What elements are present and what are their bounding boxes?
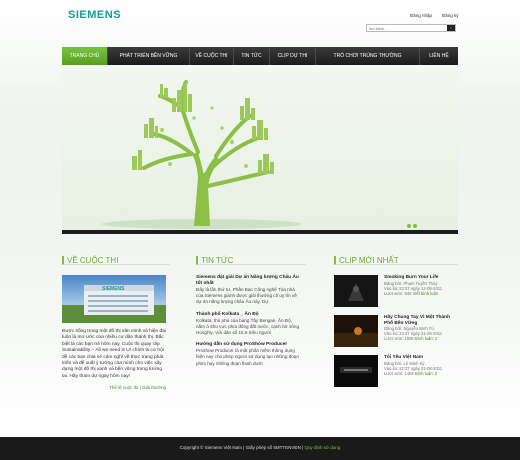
about-heading: VỀ CUỘC THI xyxy=(62,256,170,265)
clip-thumbnail[interactable] xyxy=(334,315,378,347)
clip-title[interactable]: Hãy Chung Tay Vì Một Thành Phố Bền Vững xyxy=(384,315,450,326)
news-excerpt: Đây là lần thứ tư, Phân Ban Công nghệ Tò… xyxy=(196,287,297,305)
clip-thumbnail[interactable] xyxy=(334,355,378,387)
news-title[interactable]: Siemens đạt giải Dự án Năng lượng Châu Â… xyxy=(196,275,300,287)
hero-banner xyxy=(62,68,458,234)
nav-games[interactable]: TRÒ CHƠI TRÚNG THƯỞNG xyxy=(316,47,420,65)
footer-terms-link[interactable]: Quy định sử dụng xyxy=(305,445,341,450)
siemens-logo[interactable]: SIEMENS xyxy=(68,9,121,21)
news-section: TIN TỨC Siemens đạt giải Dự án Năng lượn… xyxy=(196,256,306,373)
search-box: › xyxy=(366,24,456,32)
clip-item[interactable]: Tôi Yêu Việt Nam Đăng bởi: Lê Minh Ký Và… xyxy=(334,355,458,387)
news-item[interactable]: Siemens đạt giải Dự án Năng lượng Châu Â… xyxy=(196,275,300,306)
register-link[interactable]: Đăng ký xyxy=(442,13,459,18)
login-link[interactable]: Đăng nhập xyxy=(410,13,432,18)
clip-comments[interactable]: Viết bình luận xyxy=(413,291,439,296)
clip-item[interactable]: Hãy Chung Tay Vì Một Thành Phố Bền Vững … xyxy=(334,315,458,347)
news-heading: TIN TỨC xyxy=(196,256,306,265)
footer-copyright: Copyright © Siemens Việt Nam | Giấy phép… xyxy=(179,445,301,450)
news-item[interactable]: Thành phố Kolkata _ Ấn Độ Kolkata, thủ p… xyxy=(196,312,300,337)
main-nav: TRANG CHỦ PHÁT TRIỂN BỀN VỮNG VỀ CUỘC TH… xyxy=(62,47,458,65)
about-description: Được sống trong một đô thị văn minh và h… xyxy=(62,329,166,379)
clip-views: Lượt xem: 845 xyxy=(384,290,412,296)
news-item[interactable]: Hướng dẫn sử dụng ProShow Producer Prosh… xyxy=(196,342,300,367)
nav-home[interactable]: TRANG CHỦ xyxy=(62,47,108,65)
nav-clips[interactable]: CLIP DỰ THI xyxy=(270,47,316,65)
about-links[interactable]: Thể lệ cuộc thi | Giải thưởng xyxy=(62,385,166,390)
clips-section: CLIP MỚI NHẤT Smoking Burn Your Life Đăn… xyxy=(334,256,458,395)
search-button[interactable]: › xyxy=(447,25,455,31)
search-input[interactable] xyxy=(367,25,447,31)
about-section: VỀ CUỘC THI SIEMENS Được sống trong một … xyxy=(62,256,170,390)
news-excerpt: Proshow Producer là một phần mềm thông d… xyxy=(196,348,299,366)
nav-sustainable-development[interactable]: PHÁT TRIỂN BỀN VỮNG xyxy=(108,47,190,65)
nav-news[interactable]: TIN TỨC xyxy=(234,47,270,65)
clip-views: Lượt xem: 1484 xyxy=(384,370,414,376)
clips-heading: CLIP MỚI NHẤT xyxy=(334,256,458,265)
nav-about-contest[interactable]: VỀ CUỘC THI xyxy=(190,47,234,65)
news-excerpt: Kolkata, thủ phủ của bang Tây Bengan, Ấn… xyxy=(196,317,300,336)
footer: Copyright © Siemens Việt Nam | Giấy phép… xyxy=(0,437,520,460)
nav-contact[interactable]: LIÊN HỆ xyxy=(420,47,458,65)
clip-thumbnail[interactable] xyxy=(334,275,378,307)
account-links: Đăng nhập Đăng ký xyxy=(410,13,469,18)
clip-views: Lượt xem: 1888 xyxy=(384,336,414,342)
siemens-building-photo: SIEMENS xyxy=(62,275,166,323)
city-tree-illustration xyxy=(102,80,302,229)
building-sign-text: SIEMENS xyxy=(102,286,125,292)
clip-comments[interactable]: Bình luận: 2 xyxy=(415,371,437,376)
clip-comments[interactable]: Bình luận: 2 xyxy=(415,336,437,341)
banner-slider-dots[interactable] xyxy=(405,224,417,230)
clip-item[interactable]: Smoking Burn Your Life Đăng bởi: Phạm Tu… xyxy=(334,275,458,307)
